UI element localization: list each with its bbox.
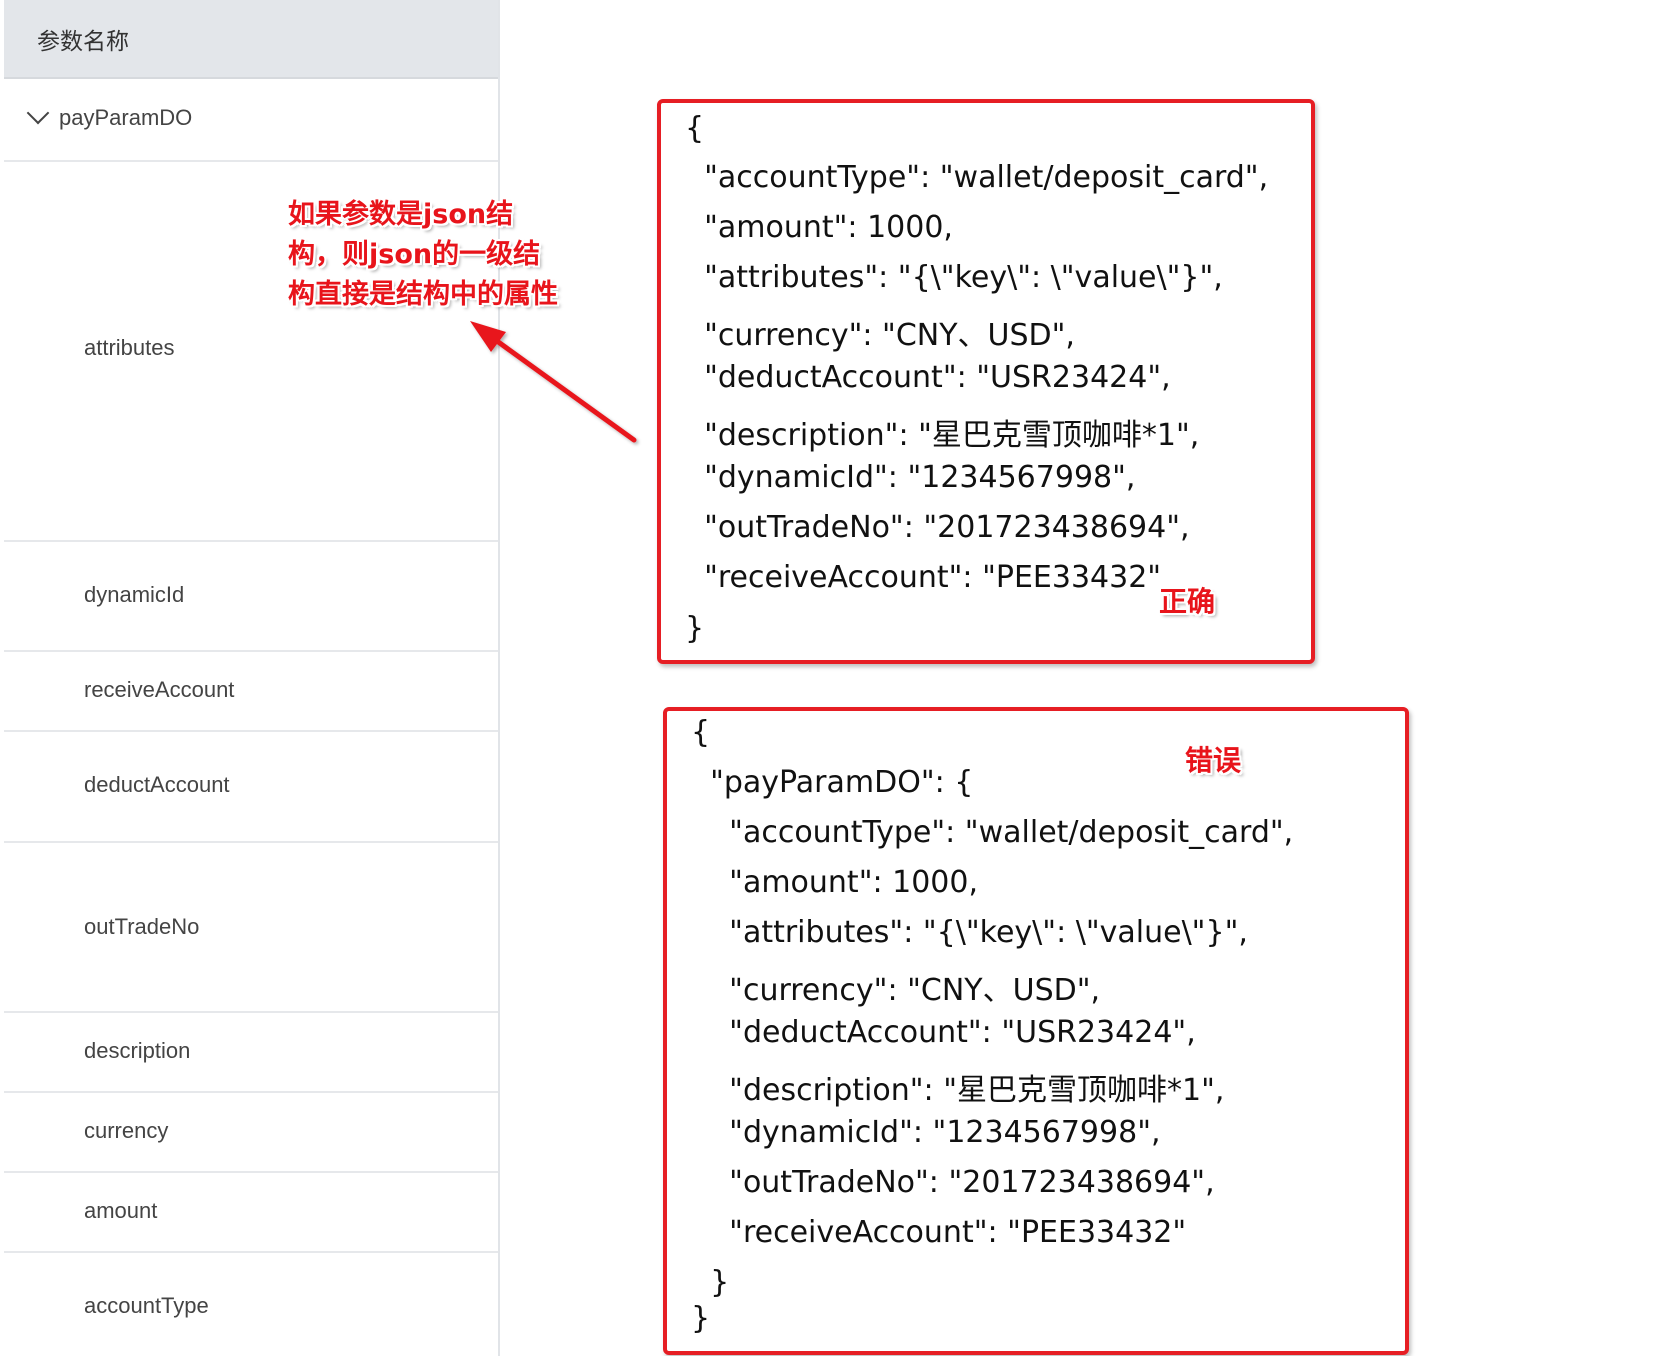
code-line: "receiveAccount": "PEE33432" [691, 1215, 1187, 1250]
code-line: "amount": 1000, [691, 865, 979, 900]
code-line: "dynamicId": "1234567998", [685, 460, 1136, 495]
code-line: "description": "星巴克雪顶咖啡*1", [691, 1073, 1225, 1108]
code-line: } [685, 611, 705, 646]
code-line: { [691, 715, 711, 750]
code-line: } [691, 1265, 730, 1300]
code-line: "attributes": "{\"key\": \"value\"}", [691, 915, 1248, 950]
wrong-label: 错误 [1185, 744, 1242, 777]
code-line: "accountType": "wallet/deposit_card", [685, 160, 1269, 195]
code-line: { [685, 111, 705, 146]
code-line: "description": "星巴克雪顶咖啡*1", [685, 418, 1200, 453]
code-line: "currency": "CNY、USD", [691, 973, 1101, 1008]
wrong-json-box: { "payParamDO": { "accountType": "wallet… [663, 707, 1409, 1355]
correct-label: 正确 [1159, 585, 1216, 618]
code-line: "outTradeNo": "201723438694", [685, 510, 1190, 545]
code-line: "deductAccount": "USR23424", [685, 360, 1171, 395]
code-line: "currency": "CNY、USD", [685, 318, 1075, 353]
code-line: "outTradeNo": "201723438694", [691, 1165, 1215, 1200]
code-line: "amount": 1000, [685, 210, 953, 245]
code-line: "deductAccount": "USR23424", [691, 1015, 1196, 1050]
correct-json-box: { "accountType": "wallet/deposit_card", … [657, 99, 1315, 664]
code-line: } [691, 1301, 711, 1336]
code-line: "dynamicId": "1234567998", [691, 1115, 1161, 1150]
code-line: "receiveAccount": "PEE33432" [685, 560, 1162, 595]
code-line: "attributes": "{\"key\": \"value\"}", [685, 260, 1223, 295]
code-line: "payParamDO": { [691, 765, 974, 800]
code-line: "accountType": "wallet/deposit_card", [691, 815, 1294, 850]
